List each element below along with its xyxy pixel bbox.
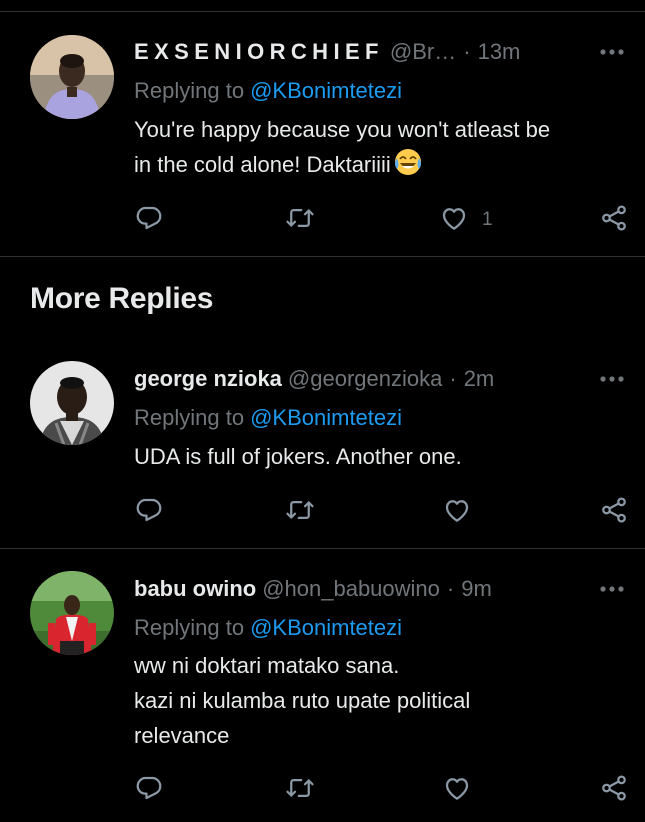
tweet-text-line: relevance [134, 723, 230, 748]
reply-thread: EXSENIORCHIEF @Br… · 13m Replying to @KBo… [0, 0, 645, 822]
share-button[interactable] [599, 770, 629, 810]
user-handle[interactable]: @hon_babuowino [262, 574, 440, 604]
retweet-button[interactable] [285, 770, 315, 810]
separator-dot: · [446, 576, 455, 601]
avatar[interactable] [30, 571, 114, 655]
mention-link[interactable]: @KBonimtetezi [250, 615, 402, 640]
tweet-actions [134, 770, 634, 810]
more-icon[interactable] [597, 574, 627, 604]
reply-icon [134, 773, 164, 808]
share-icon [599, 773, 629, 808]
reply-button[interactable] [134, 770, 164, 810]
like-icon [442, 773, 472, 808]
like-button[interactable] [442, 770, 472, 810]
display-name[interactable]: babu owino [134, 574, 256, 604]
tweet-text-line: ww ni doktari matako sana. [134, 653, 400, 678]
replying-label: Replying to [134, 615, 245, 640]
tweet-text-line: kazi ni kulamba ruto upate political [134, 688, 471, 713]
retweet-icon [285, 773, 315, 808]
replying-to: Replying to @KBonimtetezi [134, 613, 402, 643]
tweet-header: babu owino @hon_babuowino · 9m [134, 574, 595, 604]
tweet-text: ww ni doktari matako sana. kazi ni kulam… [134, 648, 629, 753]
timestamp[interactable]: 9m [461, 574, 492, 604]
tweet-babu-owino[interactable]: babu owino @hon_babuowino · 9m Replying … [0, 0, 645, 822]
